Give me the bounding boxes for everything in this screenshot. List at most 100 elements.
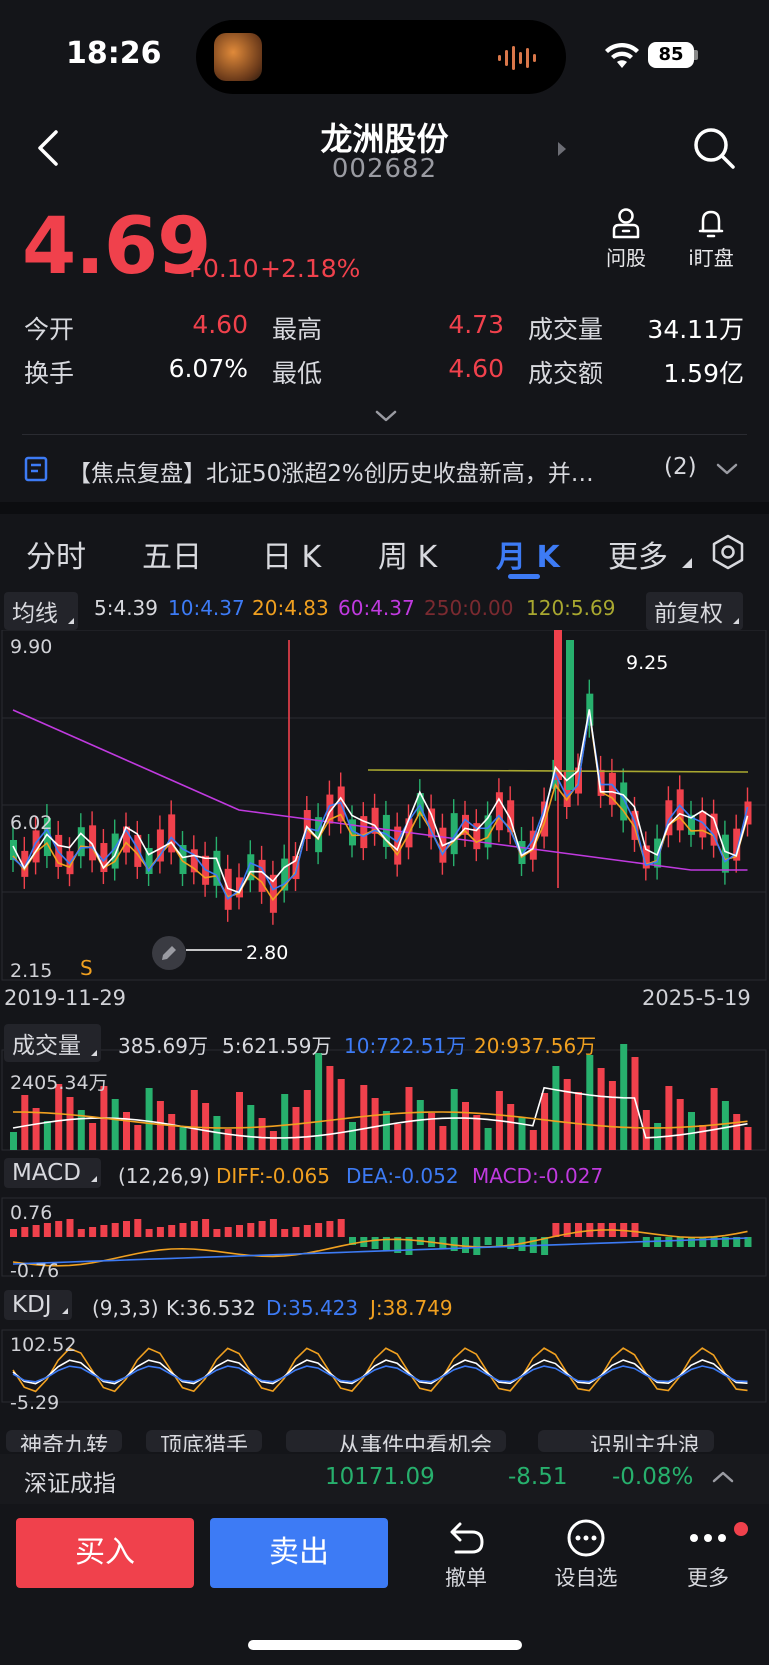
volume-bar	[529, 1130, 537, 1150]
macd-value: MACD:-0.027	[472, 1164, 604, 1188]
news-count: (2)	[664, 454, 697, 480]
volume-bar	[236, 1092, 243, 1150]
buy-button[interactable]: 买入	[16, 1518, 194, 1588]
turnover-label: 换手	[24, 359, 75, 388]
volume-bar	[145, 1088, 153, 1150]
macd-bar	[202, 1219, 210, 1237]
candle-body	[554, 630, 562, 780]
pill-top-bottom[interactable]: 顶底猎手	[146, 1430, 263, 1452]
macd-bar	[326, 1221, 334, 1237]
macd-bar	[269, 1219, 277, 1237]
volume-bar	[733, 1114, 741, 1150]
volume-bar	[382, 1111, 390, 1150]
volume-bar	[744, 1127, 752, 1150]
macd-chip-label: MACD	[12, 1160, 81, 1186]
amount-value: 1.59亿	[663, 359, 744, 388]
volume-bar	[699, 1125, 707, 1150]
macd-bar	[123, 1221, 130, 1237]
macd-chip[interactable]: MACD	[4, 1158, 101, 1188]
ask-stock-label: 问股	[606, 246, 646, 270]
signal-s: S	[80, 956, 93, 980]
chevron-up-icon[interactable]	[712, 1470, 734, 1484]
macd-bar	[134, 1219, 142, 1237]
volume-chip[interactable]: 成交量	[4, 1024, 101, 1062]
amount-label: 成交额	[528, 359, 604, 388]
volume-bar	[303, 1090, 311, 1150]
adjust-chip[interactable]: 前复权	[646, 592, 743, 630]
volume-bar	[575, 1092, 582, 1150]
macd-bar	[213, 1229, 221, 1237]
tab-five-day[interactable]: 五日	[142, 532, 202, 576]
stock-code: 002682	[331, 154, 438, 184]
ma250-value: 250:0.00	[424, 596, 514, 620]
draw-tool-button[interactable]	[152, 936, 186, 970]
settings-icon[interactable]	[710, 534, 746, 570]
volume-bar	[292, 1107, 300, 1150]
macd-bar	[145, 1229, 153, 1237]
macd-y-top: 0.76	[10, 1202, 53, 1224]
cancel-order-button[interactable]: 撤单	[426, 1518, 506, 1592]
kdj-d: D:35.423	[266, 1296, 359, 1320]
tab-intraday[interactable]: 分时	[26, 532, 86, 576]
volume-bar	[473, 1115, 481, 1150]
search-icon[interactable]	[692, 126, 736, 170]
macd-bar	[236, 1225, 243, 1237]
max-price-marker: 9.25	[626, 652, 669, 674]
kdj-y-bottom: -5.29	[10, 1392, 60, 1414]
kdj-chip[interactable]: KDJ	[4, 1290, 72, 1320]
macd-bar	[21, 1227, 29, 1237]
ma-chip[interactable]: 均线	[4, 592, 78, 630]
adjust-chip-label: 前复权	[654, 601, 723, 627]
macd-bar	[303, 1225, 311, 1237]
chat-dots-icon	[567, 1519, 605, 1557]
tab-monthly-k[interactable]: 月 K	[496, 532, 560, 576]
macd-bar	[575, 1223, 582, 1237]
watch-button[interactable]: i盯盘	[678, 206, 744, 271]
expand-chevron-icon[interactable]	[374, 408, 398, 424]
min-price-marker: 2.80	[246, 942, 289, 964]
macd-bar	[100, 1225, 108, 1237]
macd-bar	[190, 1221, 198, 1237]
pill-main-wave[interactable]: 识别主升浪	[538, 1430, 715, 1452]
ask-stock-button[interactable]: 问股	[596, 206, 656, 271]
ma5-line	[12, 709, 749, 894]
volume-bar	[688, 1112, 695, 1150]
macd-bar	[179, 1223, 187, 1237]
volume-bar	[631, 1057, 639, 1150]
macd-bar	[665, 1237, 673, 1247]
news-headline[interactable]: 【焦点复盘】北证50涨超2%创历史收盘新高，并…	[68, 454, 648, 488]
volume-bar	[563, 1079, 571, 1150]
volume-bar	[518, 1117, 526, 1150]
sell-button[interactable]: 卖出	[210, 1518, 388, 1588]
divider	[22, 434, 747, 435]
home-indicator[interactable]	[248, 1640, 522, 1650]
kdj-k-line	[12, 1359, 748, 1385]
pill-magic-nine[interactable]: 神奇九转	[6, 1430, 123, 1452]
kline-y-top: 9.90	[10, 636, 53, 658]
kline-y-bottom: 2.15	[10, 960, 53, 982]
macd-bar	[258, 1221, 266, 1237]
tab-daily-k[interactable]: 日 K	[262, 532, 321, 576]
news-expand-icon[interactable]	[716, 462, 738, 476]
volume-bar	[269, 1131, 277, 1150]
watch-label: i盯盘	[688, 246, 734, 270]
dynamic-island[interactable]	[196, 20, 566, 94]
volume-ma5: 5:621.59万	[222, 1034, 332, 1058]
tab-weekly-k[interactable]: 周 K	[378, 532, 437, 576]
candle-body	[676, 789, 684, 831]
macd-bar	[168, 1225, 176, 1237]
low-value: 4.60	[448, 354, 504, 383]
index-value: 10171.09	[325, 1464, 435, 1490]
macd-bar	[77, 1229, 85, 1237]
volume-label: 成交量	[528, 315, 604, 344]
next-stock-icon[interactable]	[556, 140, 568, 158]
volume-bar	[484, 1128, 492, 1150]
kdj-chip-label: KDJ	[12, 1292, 52, 1318]
macd-dea-line	[12, 1237, 748, 1265]
ma20-value: 20:4.83	[252, 596, 329, 620]
add-watchlist-button[interactable]: 设自选	[546, 1518, 626, 1592]
more-label: 更多	[687, 1566, 729, 1590]
pill-event-opportunity[interactable]: 从事件中看机会	[286, 1430, 507, 1452]
section-separator	[0, 502, 769, 514]
tab-more[interactable]: 更多	[608, 532, 668, 576]
